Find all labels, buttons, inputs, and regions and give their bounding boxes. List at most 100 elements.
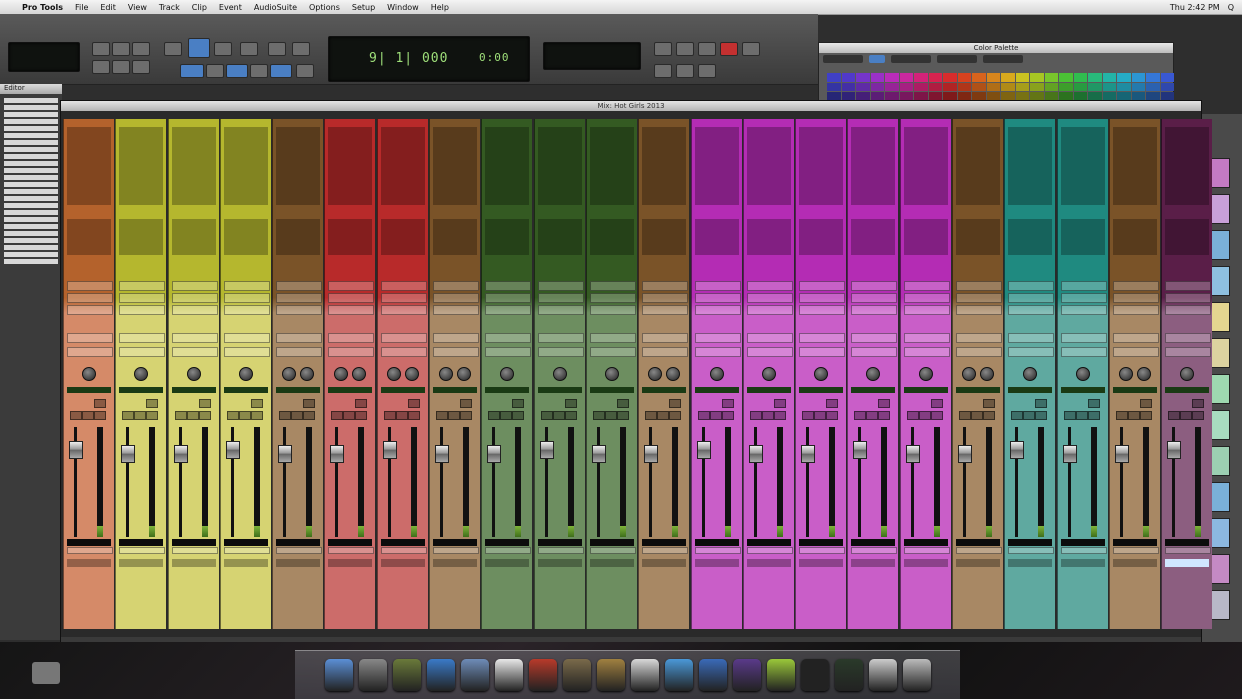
voice-selector[interactable] [851,305,898,315]
record-button[interactable] [720,42,738,56]
color-swatch[interactable] [1088,82,1102,91]
insert-slot[interactable] [1112,199,1157,205]
track-list-row[interactable] [4,105,58,110]
input-selector[interactable] [223,281,270,291]
mute-button[interactable] [697,411,710,420]
fast-forward-button[interactable] [676,42,694,56]
group-selector[interactable] [851,347,898,357]
pre-roll-button[interactable] [676,64,694,78]
record-enable-button[interactable] [460,399,473,408]
track-comments[interactable] [746,547,793,554]
input-selector[interactable] [1112,281,1159,291]
input-monitor-button[interactable] [1035,411,1048,420]
input-selector[interactable] [746,281,793,291]
mute-button[interactable] [802,411,815,420]
solo-button[interactable] [448,411,461,420]
safari-icon[interactable] [426,659,455,691]
palette-apply-button[interactable] [869,55,885,63]
volume-fader[interactable] [69,441,83,459]
input-monitor-button[interactable] [669,411,682,420]
spot-mode-button[interactable] [250,64,268,78]
address-book-icon[interactable] [528,659,557,691]
insert-slot[interactable] [694,199,739,205]
voice-selector[interactable] [1165,305,1212,315]
palette-target-select[interactable] [823,55,863,63]
mute-button[interactable] [906,411,919,420]
volume-fader[interactable] [591,445,606,463]
track-name[interactable] [694,559,739,567]
menu-item[interactable]: Track [153,3,186,12]
pan-right-knob[interactable] [404,367,419,381]
solo-button[interactable] [82,411,94,420]
mute-button[interactable] [1063,411,1076,420]
record-enable-button[interactable] [303,399,316,408]
slip-mode-button[interactable] [226,64,248,78]
color-swatch[interactable] [1131,73,1145,82]
group-selector[interactable] [485,347,532,357]
insert-slot[interactable] [223,199,268,205]
output-selector[interactable] [851,293,898,303]
color-swatch[interactable] [914,73,928,82]
voice-selector[interactable] [799,305,846,315]
automation-mode-selector[interactable] [956,333,1003,343]
output-selector[interactable] [67,293,113,303]
track-name[interactable] [1060,559,1105,567]
track-list-row[interactable] [4,133,58,138]
insert-slot[interactable] [956,199,1001,205]
track-comments[interactable] [1008,547,1055,554]
track-name[interactable] [433,559,478,567]
color-swatch[interactable] [1102,82,1116,91]
itunes-icon[interactable] [664,659,693,691]
color-swatch[interactable] [957,82,971,91]
volume-fader[interactable] [1010,441,1025,459]
input-selector[interactable] [956,281,1003,291]
record-enable-button[interactable] [930,399,943,408]
color-swatch[interactable] [1059,82,1073,91]
send-slot[interactable] [746,249,791,255]
output-selector[interactable] [589,293,636,303]
track-comments[interactable] [433,547,480,554]
track-comments[interactable] [276,547,323,554]
input-monitor-button[interactable] [146,411,159,420]
send-slot[interactable] [328,249,373,255]
shuffle-mode-button[interactable] [206,64,224,78]
track-comments[interactable] [537,547,584,554]
input-selector[interactable] [1060,281,1107,291]
solo-button[interactable] [500,411,513,420]
color-swatch[interactable] [827,73,841,82]
automation-mode-selector[interactable] [171,333,218,343]
color-swatch[interactable] [870,82,884,91]
track-list-row[interactable] [4,140,58,145]
insert-slot[interactable] [119,199,164,205]
track-list-row[interactable] [4,231,58,236]
color-swatch[interactable] [1073,73,1087,82]
track-name[interactable] [1008,559,1053,567]
group-selector[interactable] [589,347,636,357]
insert-slot[interactable] [589,199,634,205]
output-selector[interactable] [642,293,689,303]
pan-knob[interactable] [866,367,881,381]
input-selector[interactable] [1165,281,1212,291]
track-name[interactable] [276,559,321,567]
track-name[interactable] [851,559,896,567]
volume-fader[interactable] [435,445,450,463]
group-selector[interactable] [537,347,584,357]
voice-selector[interactable] [328,305,375,315]
track-list-row[interactable] [4,98,58,103]
input-selector[interactable] [433,281,480,291]
pencil-tool[interactable] [268,42,286,56]
track-list-row[interactable] [4,224,58,229]
voice-selector[interactable] [642,305,689,315]
menu-item[interactable]: Setup [346,3,381,12]
track-name[interactable] [642,559,687,567]
track-name[interactable] [67,559,111,567]
track-comments[interactable] [589,547,636,554]
group-selector[interactable] [1165,347,1212,357]
color-swatch[interactable] [943,73,957,82]
solo-button[interactable] [709,411,722,420]
output-selector[interactable] [223,293,270,303]
input-monitor-button[interactable] [1139,411,1152,420]
voice-selector[interactable] [223,305,270,315]
track-list-row[interactable] [4,119,58,124]
insert-slot[interactable] [276,199,321,205]
